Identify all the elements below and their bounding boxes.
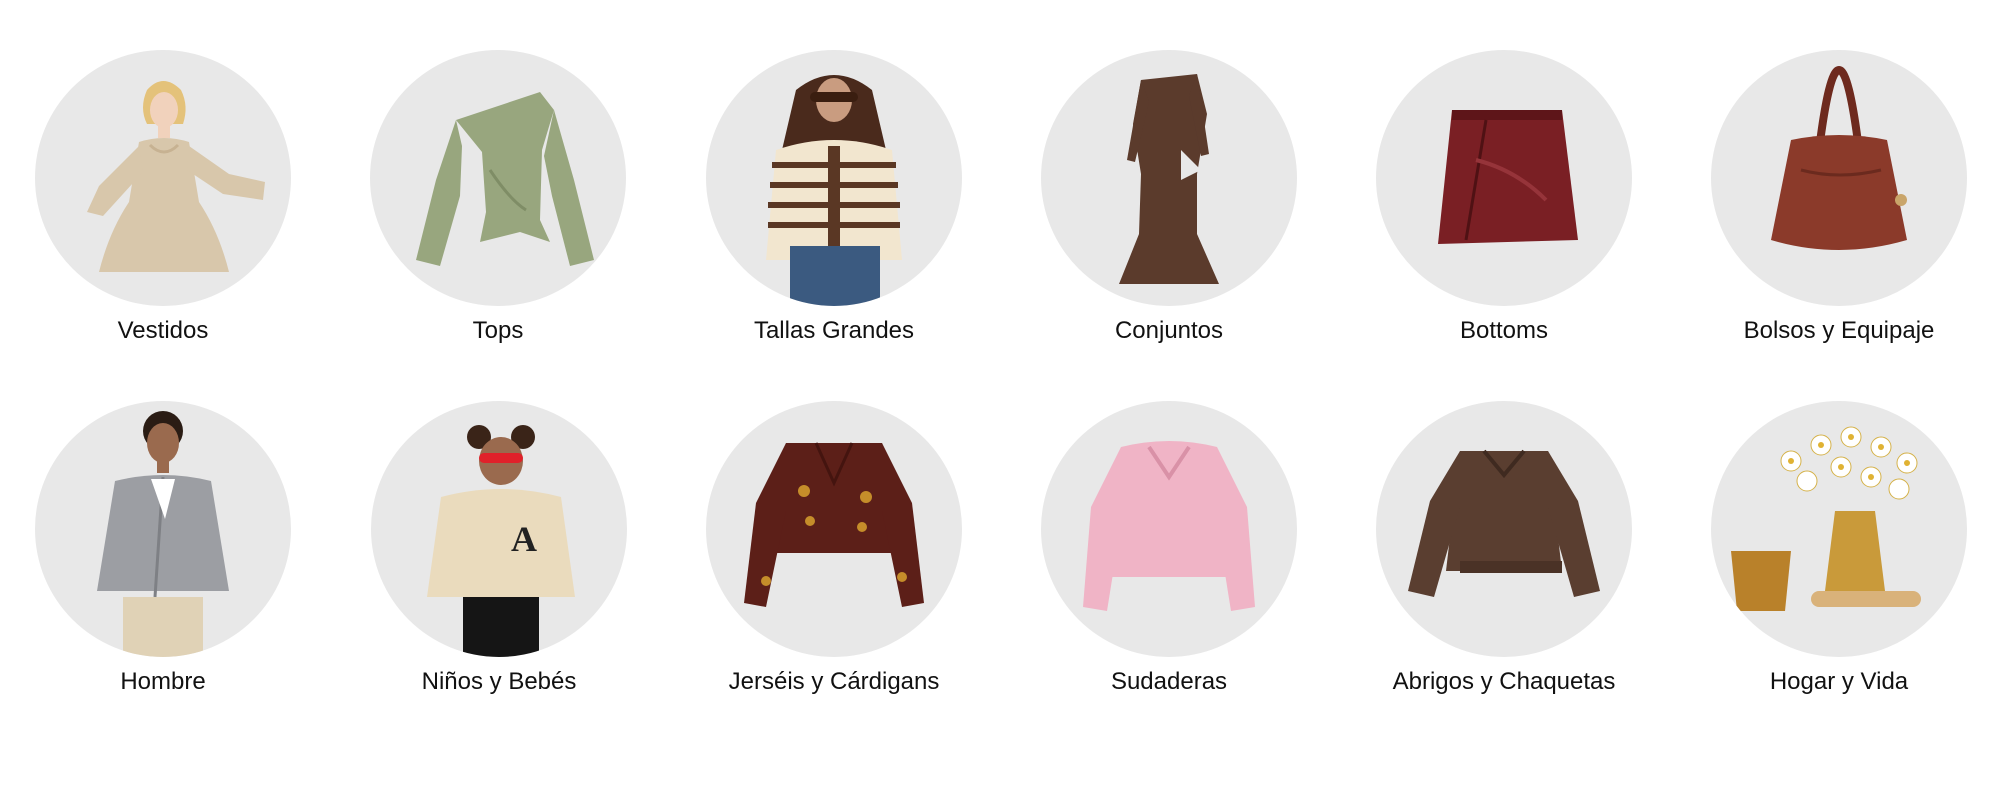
maxi-dress-icon — [1041, 50, 1297, 306]
category-label: Tops — [472, 317, 524, 344]
category-label: Sudaderas — [1110, 668, 1228, 695]
handbag-icon — [1711, 50, 1967, 306]
category-jerseis-y-cardigans[interactable]: Jerséis y Cárdigans — [706, 401, 1006, 701]
category-label: Tallas Grandes — [753, 317, 915, 344]
striped-cardigan-model-icon — [706, 50, 962, 306]
category-tops[interactable]: Tops — [370, 50, 670, 350]
category-label: Abrigos y Chaquetas — [1392, 668, 1616, 695]
category-bottoms[interactable]: Bottoms — [1376, 50, 1676, 350]
dress-model-icon — [35, 50, 291, 306]
leather-skirt-icon — [1376, 50, 1632, 306]
category-tallas-grandes[interactable]: Tallas Grandes — [706, 50, 1006, 350]
category-label: Hogar y Vida — [1769, 668, 1909, 695]
svg-text:A: A — [511, 519, 537, 559]
category-bolsos-y-equipaje[interactable]: Bolsos y Equipaje — [1711, 50, 2000, 350]
category-ninos-y-bebes[interactable]: A Niños y Bebés — [371, 401, 671, 701]
category-label: Bolsos y Equipaje — [1743, 317, 1935, 344]
category-label: Conjuntos — [1114, 317, 1224, 344]
brown-jacket-icon — [1376, 401, 1632, 657]
category-hogar-y-vida[interactable]: Hogar y Vida — [1711, 401, 2000, 701]
category-conjuntos[interactable]: Conjuntos — [1041, 50, 1341, 350]
category-vestidos[interactable]: Vestidos — [35, 50, 335, 350]
category-label: Niños y Bebés — [421, 668, 577, 695]
man-cardigan-model-icon — [35, 401, 291, 657]
pink-sweatshirt-icon — [1041, 401, 1297, 657]
kid-sweatshirt-model-icon: A — [371, 401, 627, 657]
category-label: Hombre — [120, 668, 206, 695]
category-label: Bottoms — [1459, 317, 1549, 344]
category-hombre[interactable]: Hombre — [35, 401, 335, 701]
off-shoulder-top-icon — [370, 50, 626, 306]
category-abrigos-y-chaquetas[interactable]: Abrigos y Chaquetas — [1376, 401, 1676, 701]
category-label: Vestidos — [117, 317, 209, 344]
flower-vase-icon — [1711, 401, 1967, 657]
embroidered-cardigan-icon — [706, 401, 962, 657]
category-label: Jerséis y Cárdigans — [728, 668, 940, 695]
category-grid: Vestidos Tops Tallas Grandes Conjuntos B… — [0, 0, 2000, 787]
category-sudaderas[interactable]: Sudaderas — [1041, 401, 1341, 701]
